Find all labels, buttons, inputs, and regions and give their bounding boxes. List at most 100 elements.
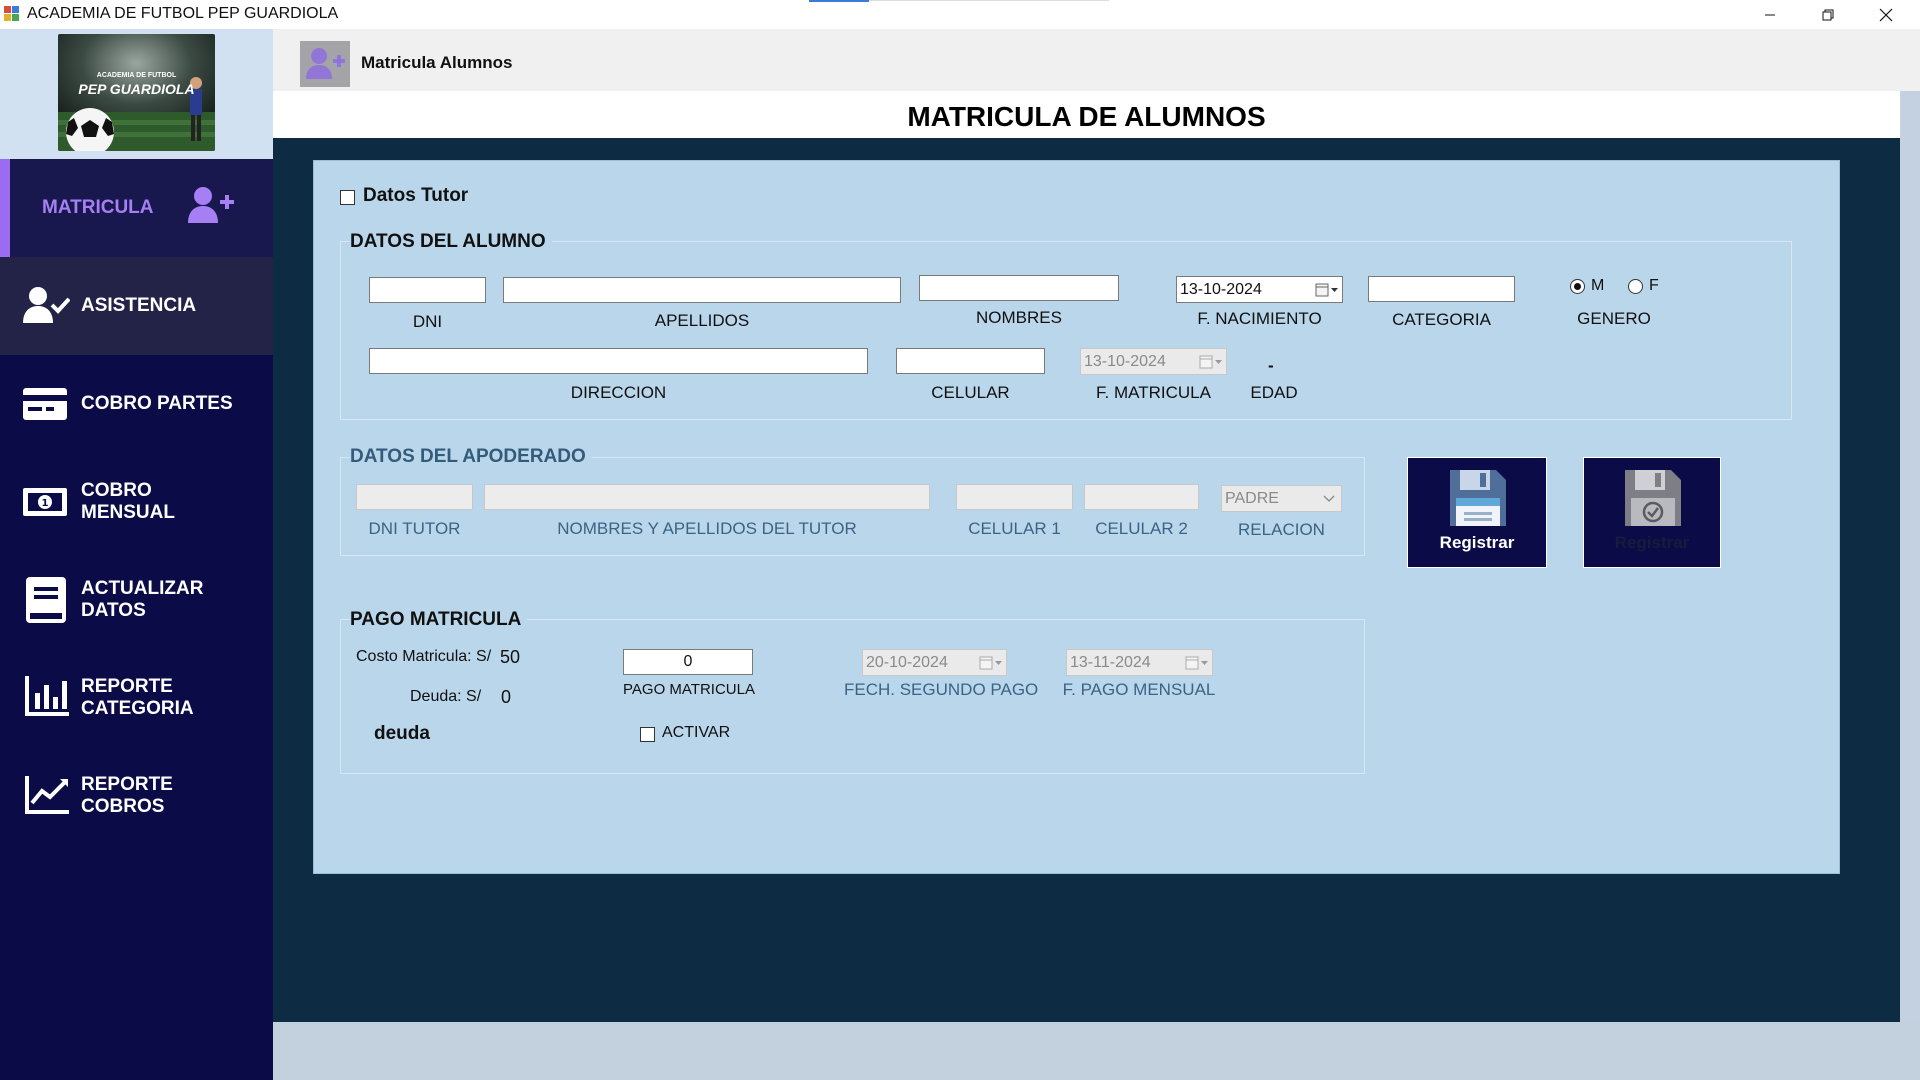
nombres-tutor-input[interactable] <box>484 484 930 510</box>
datos-tutor-checkbox[interactable] <box>340 190 355 205</box>
sidebar-item-asistencia[interactable]: ASISTENCIA <box>0 257 273 355</box>
pago-matricula-input[interactable]: 0 <box>623 649 753 675</box>
nombres-label: NOMBRES <box>976 308 1062 327</box>
registrar-secondary-label: Registrar <box>1614 533 1690 552</box>
dni-tutor-label: DNI TUTOR <box>368 519 461 538</box>
pago-matricula-label: PAGO MATRICULA <box>623 681 755 698</box>
sidebar-item-matricula[interactable]: MATRICULA <box>0 159 273 257</box>
f-matricula-label: F. MATRICULA <box>1096 383 1211 402</box>
sidebar-item-actualizar-datos[interactable]: ACTUALIZAR DATOS <box>0 551 273 649</box>
minimize-button[interactable] <box>1742 0 1798 29</box>
edad-value: - <box>1268 356 1274 375</box>
costo-label: Costo Matricula: S/ <box>356 648 492 665</box>
dni-input[interactable] <box>369 277 486 303</box>
relacion-select[interactable]: PADRE <box>1221 485 1342 512</box>
calendar-dropdown-icon <box>979 656 1002 670</box>
activar-checkbox[interactable] <box>640 727 655 742</box>
sidebar-item-label: COBRO MENSUAL <box>81 480 175 523</box>
registrar-button[interactable]: Registrar <box>1407 457 1547 568</box>
direccion-input[interactable] <box>369 348 868 374</box>
line-chart-icon <box>25 776 69 814</box>
edad-label: EDAD <box>1250 383 1298 402</box>
sidebar-item-label: MATRICULA <box>42 197 154 218</box>
apellidos-input[interactable] <box>503 277 901 303</box>
apellidos-label: APELLIDOS <box>654 311 750 330</box>
deuda-text: deuda <box>374 723 430 744</box>
user-plus-icon <box>306 48 345 79</box>
celular2-input[interactable] <box>1084 484 1199 510</box>
restore-button[interactable] <box>1800 0 1856 29</box>
genero-m-label: M <box>1591 277 1605 294</box>
header-icon-box <box>300 41 350 87</box>
f-pago-mensual-value: 13-11-2024 <box>1070 654 1151 671</box>
user-check-icon <box>23 287 70 323</box>
bottom-strip <box>273 1022 1920 1080</box>
user-plus-icon <box>188 187 234 223</box>
save-check-icon <box>1625 470 1681 526</box>
relacion-label: RELACION <box>1238 520 1325 539</box>
relacion-value: PADRE <box>1225 490 1279 507</box>
calendar-dropdown-icon <box>1185 656 1208 670</box>
activar-label: ACTIVAR <box>662 724 731 741</box>
fech-segundo-pago-value: 20-10-2024 <box>866 654 948 671</box>
f-matricula-datepicker[interactable]: 13-10-2024 <box>1080 348 1227 375</box>
celular1-label: CELULAR 1 <box>968 519 1061 538</box>
dni-label: DNI <box>412 312 443 331</box>
pago-group-title: PAGO MATRICULA <box>350 609 528 631</box>
card-icon <box>23 388 67 420</box>
window-title: ACADEMIA DE FUTBOL PEP GUARDIOLA <box>27 5 339 22</box>
active-indicator <box>0 159 10 257</box>
f-pago-mensual-datepicker[interactable]: 13-11-2024 <box>1066 649 1213 676</box>
save-icon <box>1450 470 1506 526</box>
deuda-label: Deuda: S/ <box>410 688 482 705</box>
logo-area: ACADEMIA DE FUTBOL PEP GUARDIOLA <box>0 29 273 159</box>
nombres-input[interactable] <box>919 275 1119 301</box>
money-icon: 1 <box>23 488 67 516</box>
fech-segundo-pago-datepicker[interactable]: 20-10-2024 <box>862 649 1007 676</box>
celular-label: CELULAR <box>931 383 1010 402</box>
dni-tutor-input[interactable] <box>356 484 473 510</box>
app-icon <box>4 6 19 21</box>
f-pago-mensual-label: F. PAGO MENSUAL <box>1062 680 1216 699</box>
f-nacimiento-datepicker[interactable]: 13-10-2024 <box>1176 276 1343 303</box>
sidebar-item-cobro-partes[interactable]: COBRO PARTES <box>0 355 273 453</box>
sidebar-item-reporte-categoria[interactable]: REPORTE CATEGORIA <box>0 649 273 747</box>
direccion-label: DIRECCION <box>570 383 667 402</box>
right-scroll-edge <box>1900 91 1920 1080</box>
genero-f-label: F <box>1649 277 1659 294</box>
sidebar-item-label: REPORTE COBROS <box>81 774 173 817</box>
calendar-dropdown-icon <box>1199 355 1222 369</box>
logo-line1: ACADEMIA DE FUTBOL <box>96 72 177 79</box>
page-title: MATRICULA DE ALUMNOS <box>907 101 1266 132</box>
celular-input[interactable] <box>896 348 1045 374</box>
registrar-secondary-button[interactable]: Registrar <box>1583 457 1721 568</box>
f-nacimiento-value: 13-10-2024 <box>1180 281 1262 298</box>
logo-line2: PEP GUARDIOLA <box>78 81 195 97</box>
sidebar-item-label: ACTUALIZAR DATOS <box>81 578 204 621</box>
nombres-tutor-label: NOMBRES Y APELLIDOS DEL TUTOR <box>557 519 857 538</box>
categoria-input[interactable] <box>1368 276 1515 302</box>
bar-chart-icon <box>25 676 69 716</box>
sidebar-item-cobro-mensual[interactable]: 1 COBRO MENSUAL <box>0 453 273 551</box>
content-header: Matricula Alumnos <box>273 29 1920 91</box>
genero-label: GENERO <box>1577 309 1651 328</box>
genero-f-radio[interactable] <box>1628 279 1643 294</box>
genero-m-radio[interactable] <box>1570 279 1585 294</box>
celular2-label: CELULAR 2 <box>1095 519 1188 538</box>
sidebar-item-label: REPORTE CATEGORIA <box>81 676 194 719</box>
celular1-input[interactable] <box>956 484 1073 510</box>
f-matricula-value: 13-10-2024 <box>1084 353 1166 370</box>
chevron-down-icon <box>1323 495 1335 502</box>
sidebar-item-reporte-cobros[interactable]: REPORTE COBROS <box>0 747 273 845</box>
load-track <box>869 0 1109 1</box>
close-button[interactable] <box>1858 0 1914 29</box>
sidebar: ACADEMIA DE FUTBOL PEP GUARDIOLA MATRICU… <box>0 29 273 1080</box>
window-titlebar: ACADEMIA DE FUTBOL PEP GUARDIOLA <box>0 0 1920 29</box>
sidebar-item-label: ASISTENCIA <box>81 295 197 316</box>
page-heading-bar: MATRICULA DE ALUMNOS <box>273 91 1900 138</box>
registrar-label: Registrar <box>1439 533 1515 552</box>
alumno-group-title: DATOS DEL ALUMNO <box>350 231 552 253</box>
categoria-label: CATEGORIA <box>1392 310 1491 329</box>
svg-text:1: 1 <box>42 498 49 509</box>
minimize-icon <box>1765 14 1775 15</box>
